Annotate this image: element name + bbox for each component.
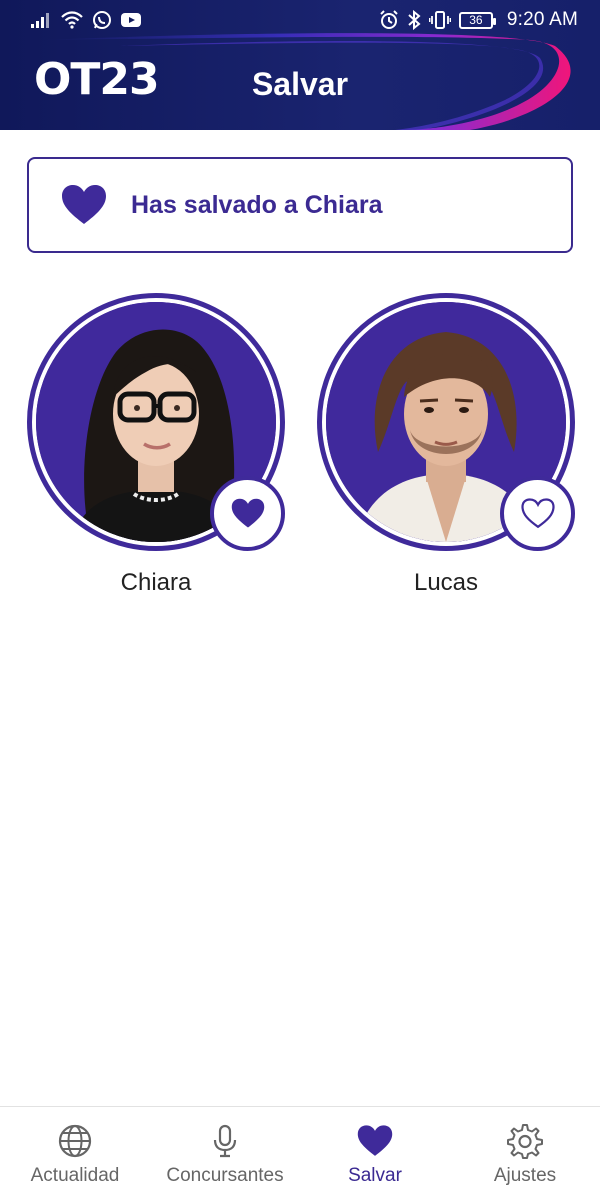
status-bar: 36 9:20 AM bbox=[0, 0, 600, 40]
gear-icon bbox=[507, 1124, 543, 1159]
bottom-navigation: Actualidad Concursantes Salvar Ajustes bbox=[0, 1106, 600, 1200]
saved-confirmation-card: Has salvado a Chiara bbox=[27, 157, 573, 253]
heart-icon bbox=[357, 1125, 393, 1156]
microphone-icon bbox=[213, 1124, 237, 1158]
battery-indicator: 36 bbox=[458, 11, 496, 29]
status-time: 9:20 AM bbox=[506, 9, 578, 30]
nav-label: Concursantes bbox=[166, 1165, 284, 1186]
app-header: 36 9:20 AM OT23 Salvar bbox=[0, 0, 600, 130]
contestant-name: Lucas bbox=[413, 569, 479, 596]
heart-filled-icon bbox=[231, 498, 264, 528]
nav-label: Salvar bbox=[348, 1165, 402, 1186]
globe-icon bbox=[58, 1124, 92, 1158]
contestant-name: Chiara bbox=[120, 569, 192, 596]
contestant-card-chiara[interactable]: Chiara bbox=[27, 293, 285, 597]
contestant-avatar-frame bbox=[317, 293, 575, 551]
nav-label: Actualidad bbox=[30, 1165, 120, 1186]
favorite-button[interactable] bbox=[500, 476, 575, 551]
signal-icon bbox=[31, 13, 49, 28]
youtube-icon bbox=[121, 13, 141, 27]
whatsapp-icon bbox=[93, 11, 111, 29]
vibrate-icon bbox=[428, 11, 451, 29]
page-title: Salvar bbox=[251, 66, 349, 102]
favorite-button[interactable] bbox=[210, 476, 285, 551]
contestant-card-lucas[interactable]: Lucas bbox=[317, 293, 575, 597]
app-screen: 36 9:20 AM OT23 Salvar Has salvado a Chi… bbox=[0, 0, 600, 1200]
nav-item-concursantes[interactable]: Concursantes bbox=[150, 1107, 300, 1200]
wifi-icon bbox=[61, 11, 83, 29]
nav-item-salvar[interactable]: Salvar bbox=[300, 1107, 450, 1200]
nav-item-ajustes[interactable]: Ajustes bbox=[450, 1107, 600, 1200]
nav-label: Ajustes bbox=[493, 1165, 557, 1186]
contestant-avatar-frame bbox=[27, 293, 285, 551]
nav-item-actualidad[interactable]: Actualidad bbox=[0, 1107, 150, 1200]
bluetooth-icon bbox=[408, 10, 421, 30]
heart-filled-icon bbox=[62, 185, 106, 224]
saved-message: Has salvado a Chiara bbox=[131, 190, 383, 219]
heart-outline-icon bbox=[520, 498, 555, 529]
alarm-icon bbox=[380, 10, 398, 29]
